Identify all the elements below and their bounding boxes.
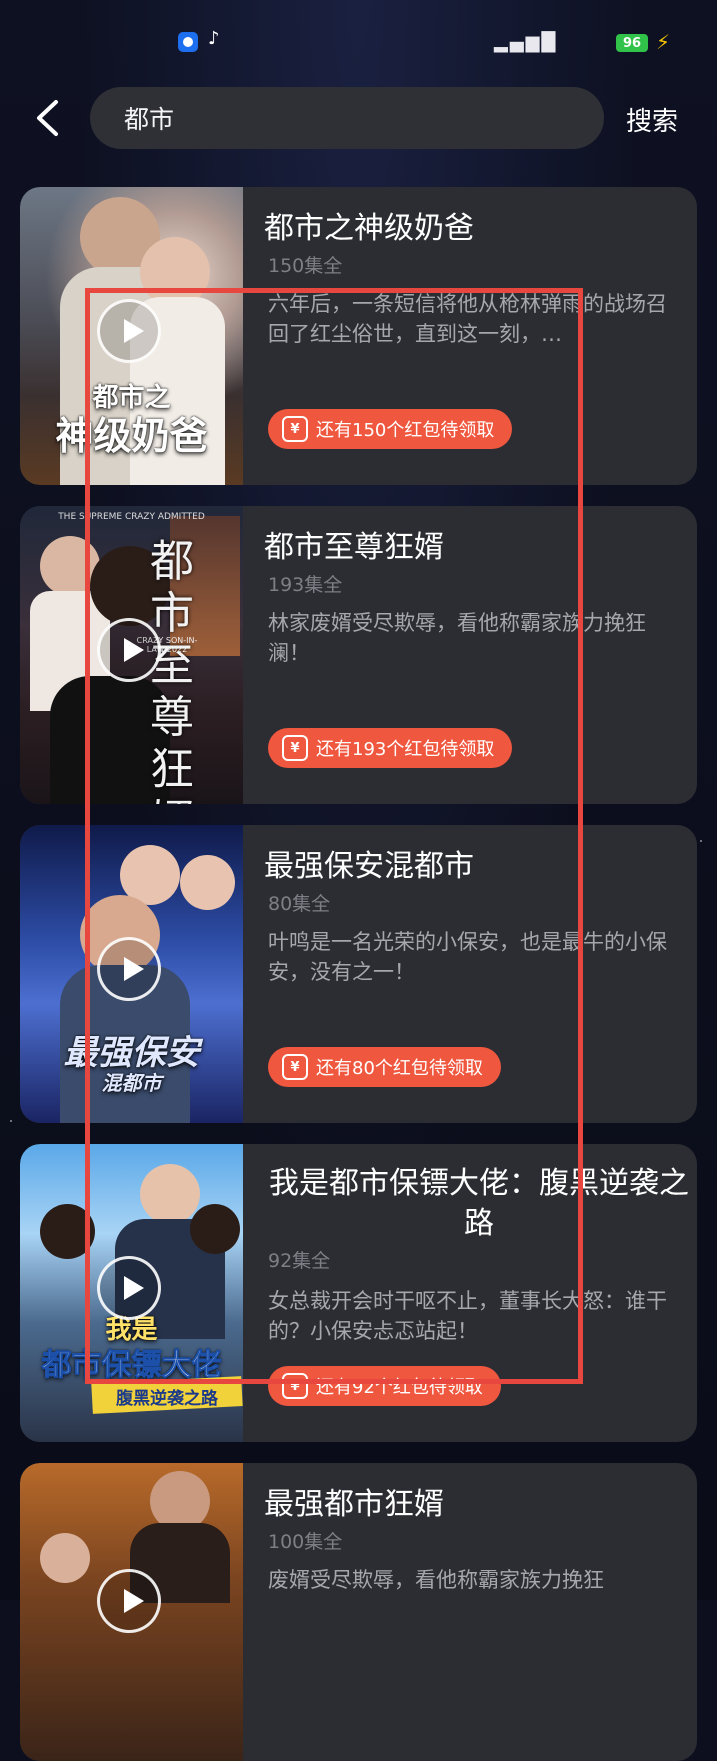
drama-description: 六年后，一条短信将他从枪林弹雨的战场召回了红尘俗世，直到这一刻，… — [268, 292, 667, 346]
red-packet-label: 还有150个红包待领取 — [316, 420, 495, 441]
red-packet-label: 还有193个红包待领取 — [316, 739, 495, 760]
search-input[interactable]: 都市 — [90, 87, 604, 149]
poster-image: THE SUPREME CRAZY ADMITTED 都市至尊狂婿 CRAZY … — [20, 506, 243, 804]
drama-description: 女总裁开会时干呕不止，董事长大怒：谁干的？小保安忐忑站起！ — [268, 1289, 667, 1343]
drama-title: 最强都市狂婿 — [264, 1487, 444, 1522]
poster-image — [20, 1463, 243, 1761]
play-icon[interactable] — [97, 299, 161, 363]
episode-count: 150集全 — [268, 255, 343, 277]
play-icon[interactable] — [97, 1569, 161, 1633]
poster-banner: THE SUPREME CRAZY ADMITTED — [58, 512, 205, 522]
result-card[interactable]: 我是 都市保镖大佬 腹黑逆袭之路 我是都市保镖大佬：腹黑逆袭之路 92集全 女总… — [20, 1144, 697, 1442]
search-button[interactable]: 搜索 — [626, 101, 678, 138]
red-packet-label: 还有80个红包待领取 — [316, 1058, 483, 1079]
red-packet-button[interactable]: ¥ 还有150个红包待领取 — [268, 409, 513, 449]
poster-calligraphy: 都市至尊狂婿 — [150, 536, 194, 804]
status-bar: ♪ ▂▄▆█ 96 ⚡ — [0, 24, 717, 64]
drama-title: 都市至尊狂婿 — [264, 530, 444, 565]
drama-description: 废婿受尽欺辱，看他称霸家族力挽狂 — [268, 1568, 604, 1592]
search-input-value: 都市 — [124, 105, 175, 134]
tiktok-icon: ♪ — [208, 28, 220, 49]
red-packet-button[interactable]: ¥ 还有193个红包待领取 — [268, 728, 513, 768]
episode-count: 92集全 — [268, 1250, 331, 1272]
red-packet-icon: ¥ — [282, 1373, 308, 1399]
drama-title: 都市之神级奶爸 — [264, 211, 474, 246]
episode-count: 80集全 — [268, 893, 331, 915]
poster-image: 最强保安 混都市 — [20, 825, 243, 1123]
charging-icon: ⚡ — [656, 30, 671, 54]
red-packet-icon: ¥ — [282, 416, 308, 442]
poster-subtitle: 腹黑逆袭之路 — [116, 1389, 218, 1409]
drama-description: 叶鸣是一名光荣的小保安，也是最牛的小保安，没有之一！ — [268, 930, 667, 984]
drama-title: 我是都市保镖大佬：腹黑逆袭之路 — [269, 1166, 689, 1241]
red-packet-button[interactable]: ¥ 还有92个红包待领取 — [268, 1366, 501, 1406]
drama-title: 最强保安混都市 — [264, 849, 474, 884]
back-button[interactable] — [22, 93, 72, 143]
chevron-left-icon — [37, 100, 58, 136]
poster-image: 都市之 神级奶爸 — [20, 187, 243, 485]
battery-indicator: 96 — [616, 34, 648, 52]
signal-icon: ▂▄▆█ — [494, 32, 558, 53]
poster-title: 神级奶爸 — [55, 414, 208, 458]
result-card[interactable]: 都市之 神级奶爸 都市之神级奶爸 150集全 六年后，一条短信将他从枪林弹雨的战… — [20, 187, 697, 485]
red-packet-icon: ¥ — [282, 1054, 308, 1080]
episode-count: 100集全 — [268, 1531, 343, 1553]
app-notification-icon — [178, 32, 198, 52]
result-card[interactable]: THE SUPREME CRAZY ADMITTED 都市至尊狂婿 CRAZY … — [20, 506, 697, 804]
poster-title: 混都市 — [101, 1071, 162, 1095]
poster-image: 我是 都市保镖大佬 腹黑逆袭之路 — [20, 1144, 243, 1442]
play-icon[interactable] — [97, 618, 161, 682]
red-packet-label: 还有92个红包待领取 — [316, 1377, 483, 1398]
drama-description: 林家废婿受尽欺辱，看他称霸家族力挽狂澜！ — [268, 611, 646, 665]
play-icon[interactable] — [97, 937, 161, 1001]
result-card[interactable]: 最强保安 混都市 最强保安混都市 80集全 叶鸣是一名光荣的小保安，也是最牛的小… — [20, 825, 697, 1123]
search-header: 都市 搜索 — [0, 85, 717, 151]
red-packet-icon: ¥ — [282, 735, 308, 761]
play-icon[interactable] — [97, 1256, 161, 1320]
episode-count: 193集全 — [268, 574, 343, 596]
result-card[interactable]: 最强都市狂婿 100集全 废婿受尽欺辱，看他称霸家族力挽狂 — [20, 1463, 697, 1761]
red-packet-button[interactable]: ¥ 还有80个红包待领取 — [268, 1047, 501, 1087]
